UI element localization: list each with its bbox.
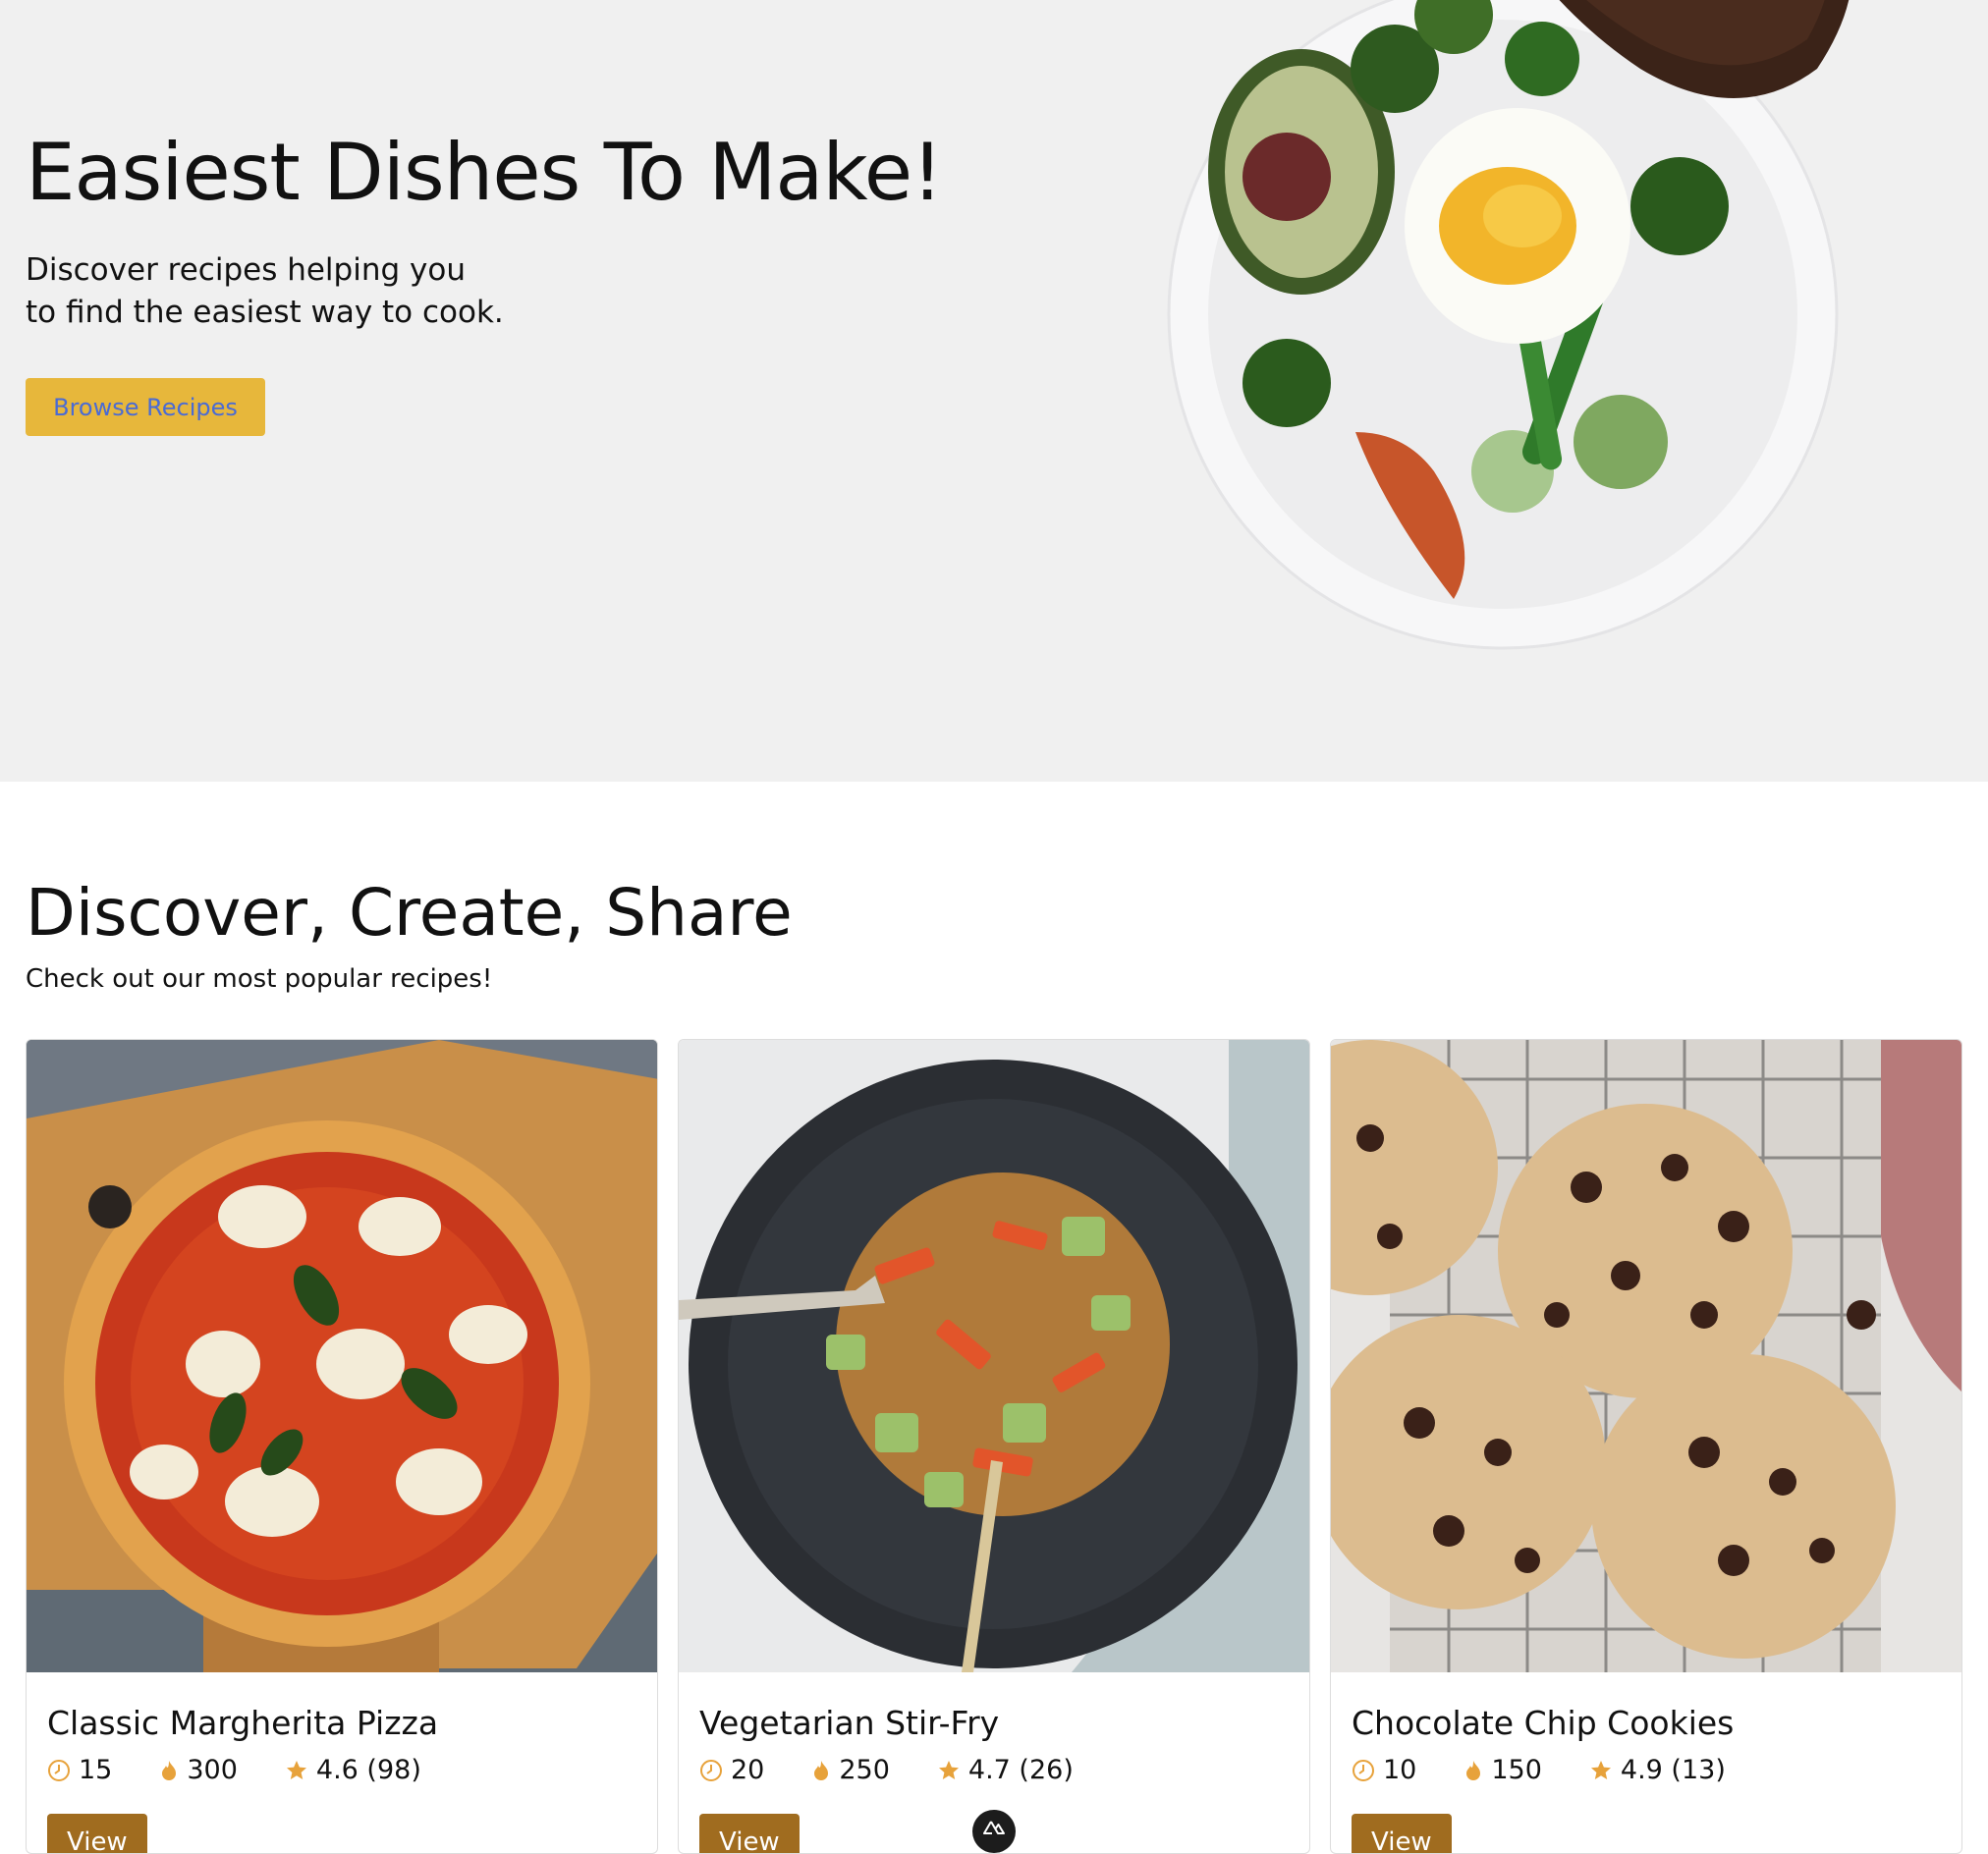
hero-subtitle-line: to find the easiest way to cook. xyxy=(26,295,504,330)
recipe-meta: 15 300 4.6 (98) xyxy=(47,1755,421,1785)
popular-section-title: Discover, Create, Share xyxy=(26,875,793,951)
view-recipe-button[interactable]: View xyxy=(1352,1814,1452,1853)
recipe-time-value: 10 xyxy=(1383,1755,1417,1785)
recipe-calories: 300 xyxy=(159,1755,238,1785)
recipe-time-value: 15 xyxy=(79,1755,113,1785)
recipe-rating-value: 4.6 (98) xyxy=(315,1755,421,1785)
recipe-card[interactable]: Chocolate Chip Cookies 10 150 4.9 (13) V… xyxy=(1330,1039,1962,1854)
clock-icon xyxy=(700,1759,722,1781)
star-icon xyxy=(1590,1760,1611,1779)
clock-icon xyxy=(48,1759,70,1781)
hero-dish-image xyxy=(1167,0,1850,650)
recipe-title: Chocolate Chip Cookies xyxy=(1352,1704,1735,1742)
hero-section: Easiest Dishes To Make! Discover recipes… xyxy=(0,0,1988,782)
recipe-time-value: 20 xyxy=(731,1755,765,1785)
recipe-card[interactable]: Classic Margherita Pizza 15 300 4.6 (98)… xyxy=(26,1039,658,1854)
recipe-calories-value: 250 xyxy=(839,1755,890,1785)
popular-section-subtitle: Check out our most popular recipes! xyxy=(26,964,493,994)
clock-icon xyxy=(1353,1759,1374,1781)
browse-recipes-button[interactable]: Browse Recipes xyxy=(26,378,265,436)
devtools-badge[interactable] xyxy=(972,1810,1016,1853)
recipe-calories: 150 xyxy=(1463,1755,1542,1785)
recipe-meta: 20 250 4.7 (26) xyxy=(699,1755,1074,1785)
recipe-rating: 4.9 (13) xyxy=(1589,1755,1726,1785)
recipe-title: Vegetarian Stir-Fry xyxy=(699,1704,1000,1742)
recipe-image xyxy=(1331,1040,1961,1672)
recipe-time: 20 xyxy=(699,1755,764,1785)
recipe-calories-value: 150 xyxy=(1491,1755,1542,1785)
star-icon xyxy=(286,1760,306,1779)
recipe-time: 15 xyxy=(47,1755,112,1785)
view-recipe-button[interactable]: View xyxy=(699,1814,800,1853)
recipe-image xyxy=(679,1040,1309,1672)
flame-icon xyxy=(162,1760,177,1780)
recipe-card[interactable]: Vegetarian Stir-Fry 20 250 4.7 (26) View xyxy=(678,1039,1310,1854)
recipe-calories: 250 xyxy=(811,1755,890,1785)
recipe-title: Classic Margherita Pizza xyxy=(47,1704,439,1742)
nuxt-logo-icon xyxy=(983,1821,1005,1834)
recipe-image xyxy=(27,1040,657,1672)
recipe-rating-value: 4.7 (26) xyxy=(967,1755,1074,1785)
flame-icon xyxy=(1466,1760,1481,1780)
recipe-time: 10 xyxy=(1352,1755,1416,1785)
recipe-rating: 4.6 (98) xyxy=(285,1755,421,1785)
star-icon xyxy=(938,1760,959,1779)
recipe-meta: 10 150 4.9 (13) xyxy=(1352,1755,1726,1785)
hero-subtitle: Discover recipes helping you to find the… xyxy=(26,249,504,334)
view-recipe-button[interactable]: View xyxy=(47,1814,147,1853)
recipe-rating-value: 4.9 (13) xyxy=(1620,1755,1726,1785)
recipe-calories-value: 300 xyxy=(187,1755,238,1785)
recipe-rating: 4.7 (26) xyxy=(937,1755,1074,1785)
flame-icon xyxy=(814,1760,829,1780)
hero-subtitle-line: Discover recipes helping you xyxy=(26,252,466,288)
hero-title: Easiest Dishes To Make! xyxy=(26,127,943,218)
